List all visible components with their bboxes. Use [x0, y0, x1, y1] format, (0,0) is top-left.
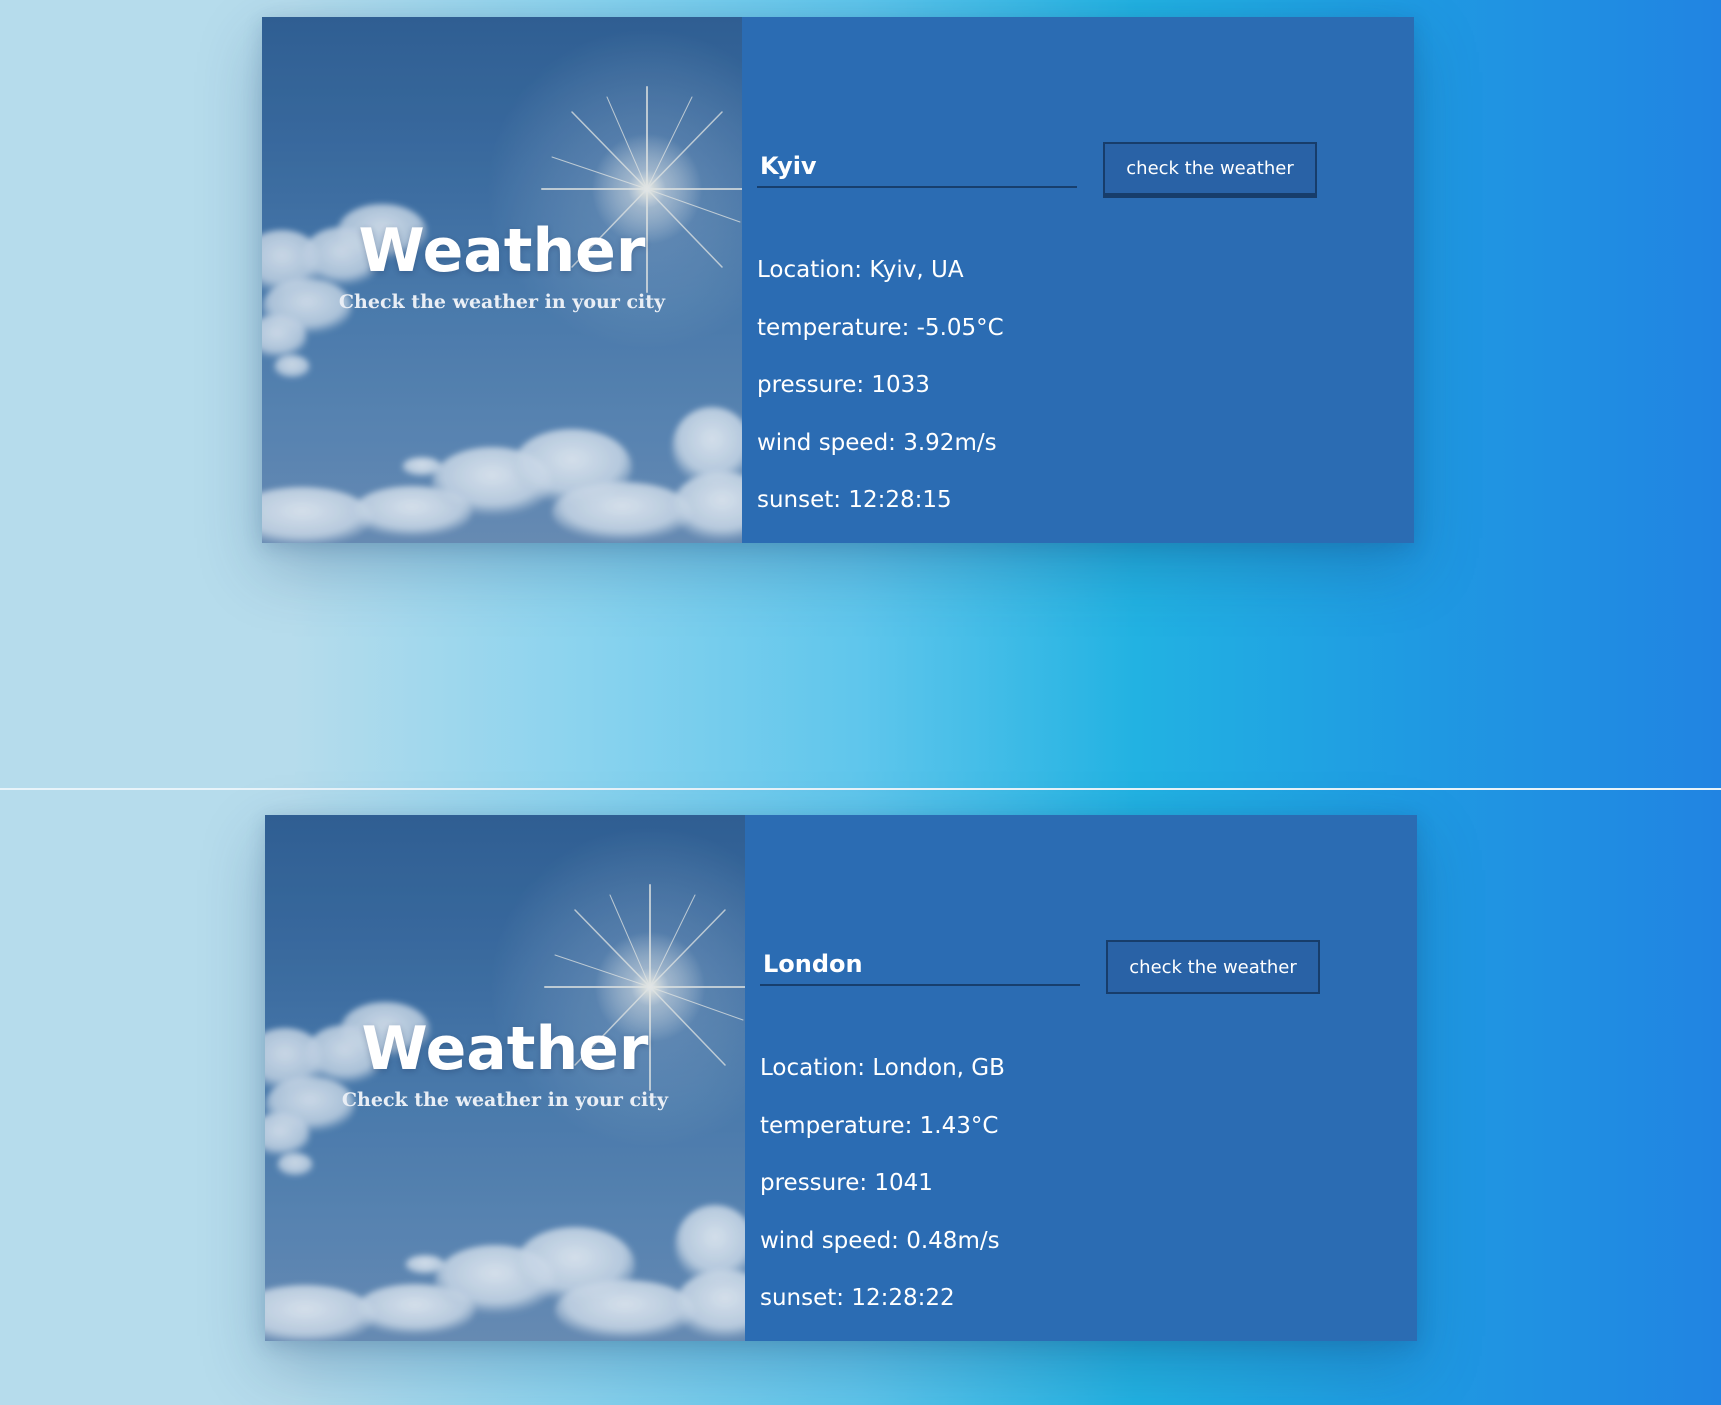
hero-banner: Weather Check the weather in your city — [262, 17, 742, 543]
temperature-text: temperature: 1.43°C — [760, 1112, 999, 1139]
weather-info-list: Location: London, GB temperature: 1.43°C… — [760, 1053, 1005, 1341]
weather-card: Weather Check the weather in your city c… — [265, 815, 1417, 1341]
check-weather-button[interactable]: check the weather — [1106, 940, 1320, 994]
temperature-text: temperature: -5.05°C — [757, 314, 1004, 341]
hero-subtitle: Check the weather in your city — [338, 291, 666, 313]
search-form: check the weather — [760, 940, 1390, 1000]
city-input[interactable] — [760, 948, 1080, 986]
sunset-text: sunset: 12:28:15 — [757, 487, 952, 513]
sunset-text: sunset: 12:28:22 — [760, 1285, 955, 1311]
weather-card: Weather Check the weather in your city c… — [262, 17, 1414, 543]
weather-panel: check the weather Location: Kyiv, UA tem… — [742, 17, 1414, 543]
hero-banner: Weather Check the weather in your city — [265, 815, 745, 1341]
hero-subtitle: Check the weather in your city — [341, 1089, 669, 1111]
pressure-text: pressure: 1033 — [757, 372, 930, 398]
pressure-text: pressure: 1041 — [760, 1170, 933, 1196]
wind-speed-text: wind speed: 0.48m/s — [760, 1227, 1000, 1254]
wind-speed-text: wind speed: 3.92m/s — [757, 429, 997, 456]
weather-info-list: Location: Kyiv, UA temperature: -5.05°C … — [757, 255, 1004, 543]
check-weather-button[interactable]: check the weather — [1103, 142, 1317, 198]
weather-panel: check the weather Location: London, GB t… — [745, 815, 1417, 1341]
search-form: check the weather — [757, 142, 1387, 202]
location-text: Location: London, GB — [760, 1055, 1005, 1081]
hero-title: Weather — [358, 216, 646, 286]
hero-title: Weather — [361, 1014, 649, 1084]
city-input[interactable] — [757, 150, 1077, 188]
location-text: Location: Kyiv, UA — [757, 257, 964, 283]
